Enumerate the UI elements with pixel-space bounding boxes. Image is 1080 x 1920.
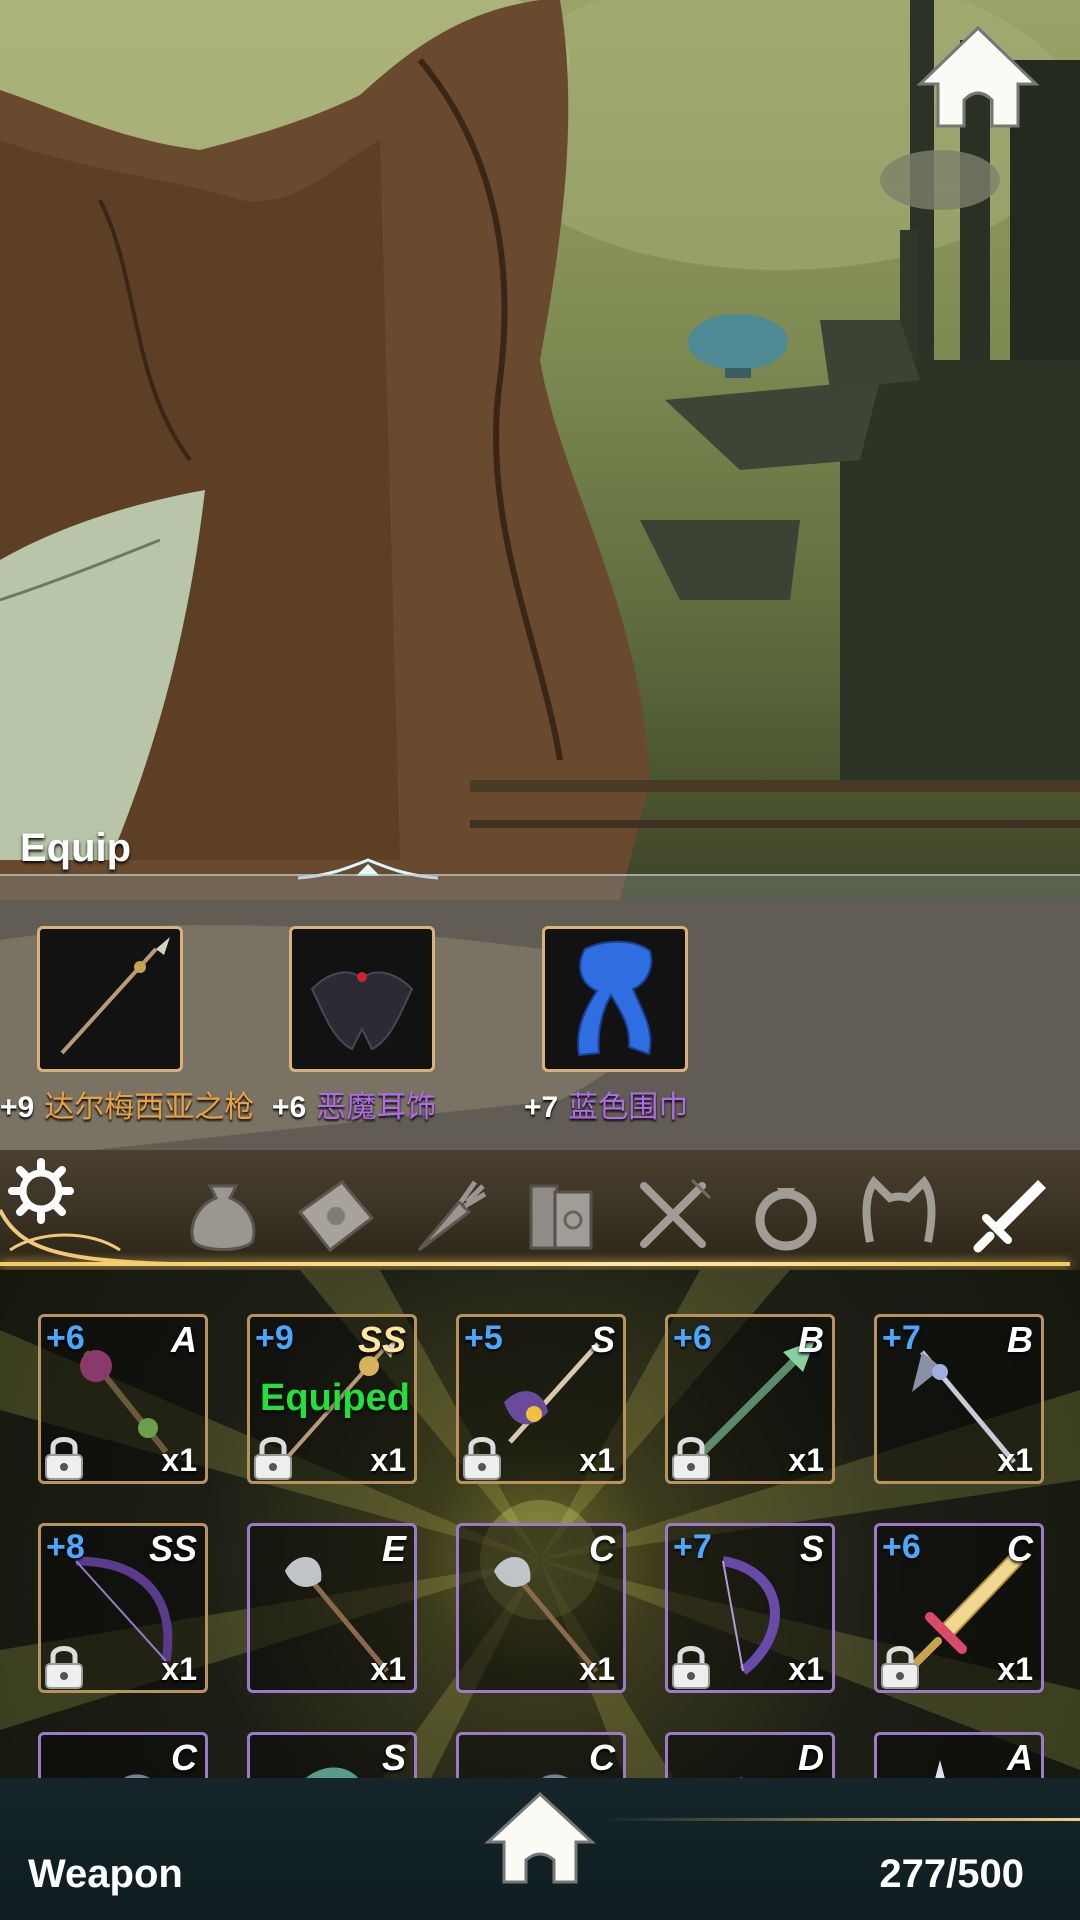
lock-icon (463, 1437, 501, 1480)
equip-slot-weapon[interactable] (37, 926, 183, 1072)
category-label: Weapon (28, 1852, 183, 1896)
enhance-level: +5 (464, 1319, 503, 1357)
equip-panel: +9 达尔梅西亚之枪 +6 恶魔耳饰 +7 蓝色围巾 (0, 874, 1080, 1154)
inventory-item[interactable]: +6 C x1 (874, 1523, 1044, 1693)
category-food[interactable] (630, 1172, 716, 1258)
enhance-level: +9 (255, 1319, 294, 1357)
grade-badge: C (171, 1737, 197, 1778)
inventory-grid: +6 A x1 +9 SS Equiped x1 +5 S x1 +6 B x1… (0, 1270, 1080, 1778)
bat-wing-earring-icon (310, 971, 414, 1051)
sword-icon (973, 1180, 1046, 1253)
enhance-level: +6 (673, 1319, 712, 1357)
category-ingredients[interactable] (405, 1172, 491, 1258)
inventory-item[interactable]: E x1 (247, 1523, 417, 1693)
lock-icon (672, 1437, 710, 1480)
grade-badge: S (799, 1528, 824, 1569)
home-icon[interactable] (914, 22, 1042, 134)
item-quantity: x1 (579, 1442, 615, 1478)
inventory-item[interactable]: +9 SS Equiped x1 (247, 1314, 417, 1484)
lock-icon (254, 1437, 292, 1480)
category-weapons[interactable] (968, 1172, 1054, 1258)
item-quantity: x1 (161, 1651, 197, 1687)
blue-scarf-icon (577, 940, 653, 1057)
item-quantity: x1 (370, 1442, 406, 1478)
enhance-level: +8 (46, 1528, 85, 1566)
grade-badge: B (1007, 1319, 1033, 1360)
grade-badge: E (381, 1528, 406, 1569)
equip-item-name: 恶魔耳饰 (316, 1091, 437, 1124)
grade-badge: C (1007, 1528, 1033, 1569)
home-icon[interactable] (484, 1790, 596, 1888)
pouch-icon (190, 1184, 256, 1251)
fork-knife-icon (640, 1178, 712, 1248)
grade-badge: D (798, 1737, 824, 1778)
grade-badge: C (589, 1528, 615, 1569)
lock-icon (45, 1437, 83, 1480)
inventory-item[interactable]: S (247, 1732, 417, 1778)
equipped-label: Equiped (260, 1377, 410, 1419)
category-bar (0, 1150, 1080, 1270)
inventory-item[interactable]: C (38, 1732, 208, 1778)
equip-slot-earring[interactable] (289, 926, 435, 1072)
inventory-item[interactable]: +5 S x1 (456, 1314, 626, 1484)
book-icon (529, 1184, 593, 1250)
equip-item-name: 达尔梅西亚之枪 (44, 1091, 255, 1124)
item-quantity: x1 (370, 1651, 406, 1687)
equip-slot-scarf-label: +7 蓝色围巾 (524, 1082, 688, 1126)
lock-icon (672, 1646, 710, 1689)
equip-slot-earring-label: +6 恶魔耳饰 (272, 1082, 436, 1126)
grade-badge: SS (357, 1319, 406, 1360)
grade-badge: C (589, 1737, 615, 1778)
inventory-item[interactable]: +7 B x1 (874, 1314, 1044, 1484)
equip-item-name: 蓝色围巾 (568, 1091, 689, 1124)
grade-badge: A (171, 1319, 197, 1360)
item-quantity: x1 (579, 1651, 615, 1687)
grade-badge: S (590, 1319, 615, 1360)
grade-badge: SS (148, 1528, 197, 1569)
equip-plus: +6 (272, 1091, 307, 1124)
footer-divider (600, 1818, 1080, 1821)
item-quantity: x1 (997, 1651, 1033, 1687)
inventory-item[interactable]: +8 SS x1 (38, 1523, 208, 1693)
ring-icon (755, 1188, 817, 1251)
inventory-item[interactable]: C (456, 1732, 626, 1778)
category-rings[interactable] (743, 1172, 829, 1258)
inventory-item[interactable]: +7 S x1 (665, 1523, 835, 1693)
carrot-icon (417, 1180, 487, 1252)
spear-icon (60, 937, 170, 1055)
item-quantity: x1 (788, 1651, 824, 1687)
item-quantity: x1 (997, 1442, 1033, 1478)
category-books[interactable] (517, 1172, 603, 1258)
equip-plus: +7 (524, 1091, 559, 1124)
inventory-item[interactable]: +6 B x1 (665, 1314, 835, 1484)
grade-badge: B (798, 1319, 824, 1360)
equip-plus: +9 (0, 1091, 35, 1124)
category-divider (0, 1262, 1070, 1266)
envelope-icon (297, 1179, 375, 1253)
inventory-item[interactable]: +6 A x1 (38, 1314, 208, 1484)
category-letters[interactable] (292, 1172, 378, 1258)
enhance-level: +6 (882, 1528, 921, 1566)
enhance-level: +7 (882, 1319, 921, 1357)
enhance-level: +6 (46, 1319, 85, 1357)
equip-slot-weapon-label: +9 达尔梅西亚之枪 (0, 1082, 254, 1126)
lock-icon (45, 1646, 83, 1689)
grade-badge: A (1007, 1737, 1033, 1778)
lock-icon (881, 1646, 919, 1689)
category-pouch[interactable] (180, 1172, 266, 1258)
equip-title: Equip (20, 826, 132, 870)
grade-badge: S (381, 1737, 406, 1778)
inventory-item[interactable]: C x1 (456, 1523, 626, 1693)
item-quantity: x1 (788, 1442, 824, 1478)
equip-slot-scarf[interactable] (542, 926, 688, 1072)
inventory-item[interactable]: D (665, 1732, 835, 1778)
corner-flourish (0, 1209, 171, 1266)
enhance-level: +7 (673, 1528, 712, 1566)
cat-ear-headband-icon (862, 1175, 936, 1243)
inventory-item[interactable]: A (874, 1732, 1044, 1778)
item-quantity: x1 (161, 1442, 197, 1478)
category-accessories[interactable] (856, 1172, 942, 1258)
inventory-capacity: 277/500 (879, 1852, 1024, 1896)
